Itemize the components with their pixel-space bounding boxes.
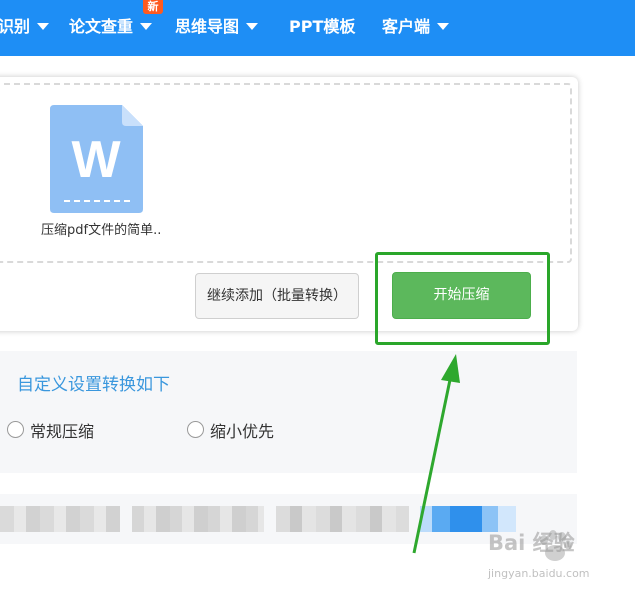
radio-label-normal-compress: 常规压缩: [30, 422, 95, 441]
blurred-text: [276, 506, 409, 532]
top-navigation: 识别 论文查重 新 思维导图 PPT模板 客户端: [0, 0, 635, 56]
file-name: 压缩pdf文件的简单..: [41, 223, 162, 238]
settings-title: 自定义设置转换如下: [17, 375, 170, 395]
watermark-brand: Bai 经验: [488, 531, 575, 555]
nav-item-label: 论文查重: [69, 17, 134, 36]
nav-item-mind-map[interactable]: 思维导图: [175, 0, 259, 56]
nav-item-plagiarism-check[interactable]: 论文查重: [69, 0, 153, 56]
chevron-down-icon: [37, 23, 50, 30]
blurred-text: [0, 506, 120, 532]
nav-item-recognition[interactable]: 识别: [0, 0, 50, 56]
radio-label-size-priority: 缩小优先: [210, 422, 275, 441]
blurred-text: [132, 506, 264, 532]
chevron-down-icon: [437, 23, 450, 30]
chevron-down-icon: [140, 23, 153, 30]
word-file-icon[interactable]: W: [50, 105, 143, 213]
file-icon-letter: W: [71, 131, 121, 189]
nav-item-label: 识别: [0, 17, 31, 36]
watermark-url: jingyan.baidu.com: [488, 567, 590, 580]
highlight-annotation-box: [375, 252, 550, 345]
continue-add-button[interactable]: 继续添加（批量转换）: [195, 273, 359, 319]
new-badge: 新: [143, 0, 163, 14]
radio-normal-compress[interactable]: [7, 421, 24, 438]
radio-size-priority[interactable]: [187, 421, 204, 438]
chevron-down-icon: [246, 23, 259, 30]
nav-item-ppt-templates[interactable]: PPT模板: [289, 0, 355, 56]
nav-item-label: 客户端: [382, 17, 431, 36]
nav-item-label: PPT模板: [289, 17, 356, 36]
nav-item-client[interactable]: 客户端: [382, 0, 450, 56]
nav-item-label: 思维导图: [175, 17, 240, 36]
